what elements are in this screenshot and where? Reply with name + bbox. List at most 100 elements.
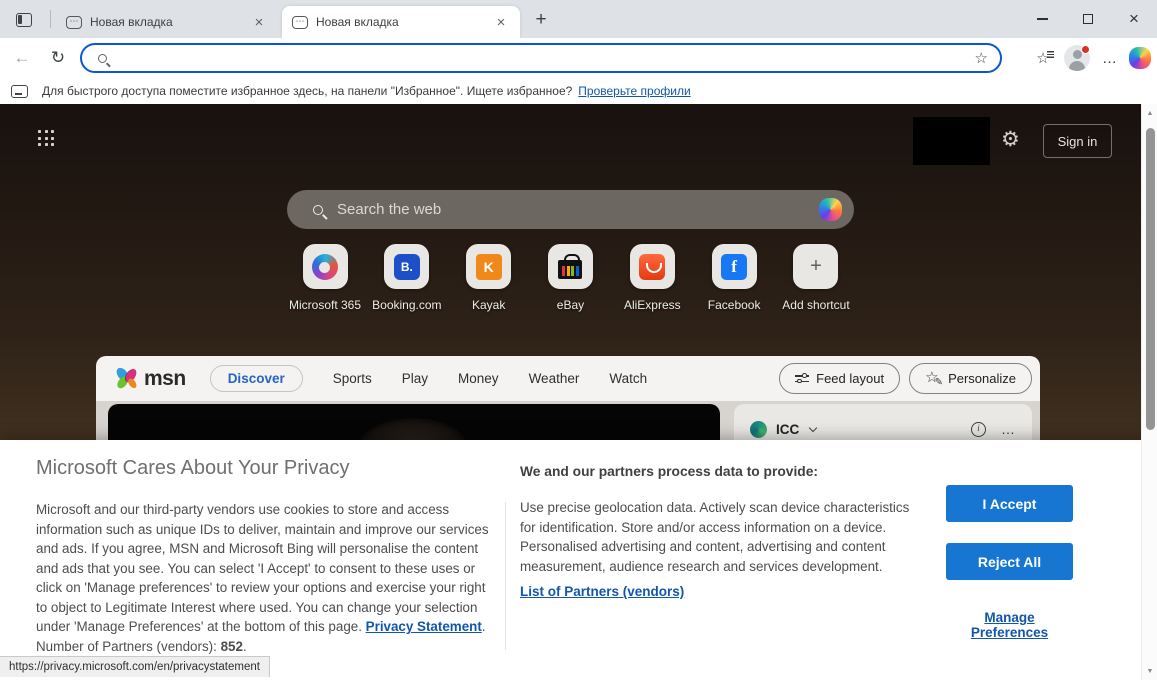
quick-links-row: Microsoft 365 B. Booking.com K Kayak eBa… <box>287 244 854 312</box>
shortcut-booking[interactable]: B. Booking.com <box>369 244 445 312</box>
window-controls: × <box>1019 0 1157 38</box>
manage-preferences-link[interactable]: Manage Preferences <box>946 610 1073 640</box>
kayak-icon: K <box>475 253 502 280</box>
chevron-down-icon[interactable] <box>809 423 818 432</box>
partners-count-label: Number of Partners (vendors): <box>36 638 221 654</box>
maximize-icon <box>1083 14 1093 24</box>
shortcut-ebay[interactable]: eBay <box>532 244 608 312</box>
tab-active[interactable]: ⋯ Новая вкладка × <box>282 6 520 38</box>
minimize-button[interactable] <box>1019 0 1065 38</box>
feed-layout-button[interactable]: Feed layout <box>779 363 901 394</box>
tile <box>629 244 675 289</box>
tab-play[interactable]: Play <box>402 371 428 386</box>
refresh-button[interactable]: ↻ <box>44 44 72 72</box>
tile: K <box>466 244 512 289</box>
tab-discover[interactable]: Discover <box>209 365 303 392</box>
browser-window: ⋯ Новая вкладка × ⋯ Новая вкладка × + × … <box>0 0 1157 680</box>
copilot-icon[interactable] <box>1129 47 1151 69</box>
sliders-icon <box>795 373 810 384</box>
msn-butterfly-icon <box>116 367 137 388</box>
favorites-list-icon[interactable]: ☆ <box>1029 44 1057 72</box>
msn-logo[interactable]: msn <box>114 366 186 392</box>
shortcut-label: Microsoft 365 <box>288 298 362 312</box>
icc-widget-actions: i … <box>971 421 1016 437</box>
tab-watch[interactable]: Watch <box>609 371 647 386</box>
personalize-star-icon: ☆ ✎ <box>925 369 944 388</box>
web-search-bar[interactable]: Search the web <box>287 190 854 229</box>
tile: B. <box>384 244 430 289</box>
tile <box>302 244 348 289</box>
icc-widget-title: ICC <box>776 421 800 437</box>
feed-buttons-group: Feed layout ☆ ✎ Personalize <box>779 363 1032 394</box>
tab-title: Новая вкладка <box>316 15 399 29</box>
favorites-bar: Для быстрого доступа поместите избранное… <box>0 78 1157 104</box>
reject-all-button[interactable]: Reject All <box>946 543 1073 580</box>
aliexpress-icon <box>639 253 666 280</box>
tab-close-icon[interactable]: × <box>492 13 510 31</box>
list-of-partners-link[interactable]: List of Partners (vendors) <box>520 584 684 599</box>
personalize-label: Personalize <box>948 371 1016 386</box>
sign-in-button[interactable]: Sign in <box>1043 124 1112 158</box>
plus-icon: + <box>810 255 822 277</box>
personalize-button[interactable]: ☆ ✎ Personalize <box>909 363 1032 394</box>
tab-layout-button[interactable] <box>10 8 38 32</box>
scroll-down-icon[interactable]: ▼ <box>1142 664 1157 678</box>
tab-inactive[interactable]: ⋯ Новая вкладка × <box>56 6 278 38</box>
favorite-star-icon[interactable]: ☆ <box>975 49 988 67</box>
shortcut-aliexpress[interactable]: AliExpress <box>614 244 690 312</box>
tile: + <box>793 244 839 289</box>
profile-button[interactable] <box>1063 44 1091 72</box>
scrollbar-thumb[interactable] <box>1145 128 1155 430</box>
partners-count-value: 852 <box>220 638 243 654</box>
partners-count-suffix: . <box>242 638 247 654</box>
maximize-button[interactable] <box>1065 0 1111 38</box>
facebook-icon: f <box>721 253 748 280</box>
tab-sports[interactable]: Sports <box>333 371 372 386</box>
accept-button[interactable]: I Accept <box>946 485 1073 522</box>
dialog-body-period: . <box>481 619 486 634</box>
tab-divider <box>50 10 51 28</box>
favorites-bar-message: Для быстрого доступа поместите избранное… <box>42 84 573 98</box>
privacy-consent-dialog: Microsoft Cares About Your Privacy Micro… <box>0 440 1157 680</box>
settings-menu-icon[interactable]: … <box>1097 50 1123 67</box>
providers-body: Use precise geolocation data. Actively s… <box>520 500 910 574</box>
shortcut-facebook[interactable]: f Facebook <box>696 244 772 312</box>
copilot-icon[interactable] <box>819 198 842 221</box>
new-tab-page-icon: ⋯ <box>292 15 308 29</box>
msn-nav-bar: msn Discover Sports Play Money Weather W… <box>96 356 1040 401</box>
address-input[interactable] <box>117 49 975 67</box>
scroll-up-icon[interactable]: ▲ <box>1142 106 1157 120</box>
providers-heading: We and our partners process data to prov… <box>520 464 818 479</box>
tile: f <box>711 244 757 289</box>
dialog-column-divider <box>505 502 506 650</box>
feed-layout-label: Feed layout <box>816 371 885 386</box>
info-icon[interactable]: i <box>971 421 986 437</box>
search-icon <box>98 53 107 63</box>
shortcut-label: Kayak <box>471 298 506 312</box>
shortcut-microsoft-365[interactable]: Microsoft 365 <box>287 244 363 312</box>
add-shortcut-button[interactable]: + Add shortcut <box>778 244 854 312</box>
address-bar[interactable]: ☆ <box>80 43 1002 73</box>
app-launcher-icon[interactable] <box>38 130 57 149</box>
tab-money[interactable]: Money <box>458 371 499 386</box>
close-window-button[interactable]: × <box>1111 0 1157 38</box>
page-scrollbar[interactable]: ▲ ▼ <box>1141 104 1157 680</box>
tile <box>547 244 593 289</box>
ebay-icon <box>558 254 583 279</box>
tab-weather[interactable]: Weather <box>529 371 580 386</box>
msn-logo-text: msn <box>144 366 186 390</box>
dialog-body-text: Microsoft and our third-party vendors us… <box>36 502 489 634</box>
privacy-statement-link[interactable]: Privacy Statement <box>366 619 482 634</box>
status-url: https://privacy.microsoft.com/en/privacy… <box>9 661 260 673</box>
check-profiles-link[interactable]: Проверьте профили <box>578 84 690 98</box>
page-settings-gear-icon[interactable]: ⚙ <box>1001 127 1020 152</box>
widget-more-icon[interactable]: … <box>1001 421 1016 437</box>
status-bar: https://privacy.microsoft.com/en/privacy… <box>0 656 270 677</box>
search-placeholder: Search the web <box>337 201 442 218</box>
tab-close-icon[interactable]: × <box>250 13 268 31</box>
new-tab-button[interactable]: + <box>528 8 554 32</box>
shortcut-label: AliExpress <box>623 298 681 312</box>
minimize-icon <box>1036 18 1048 20</box>
back-button[interactable]: ← <box>8 44 36 72</box>
shortcut-kayak[interactable]: K Kayak <box>451 244 527 312</box>
